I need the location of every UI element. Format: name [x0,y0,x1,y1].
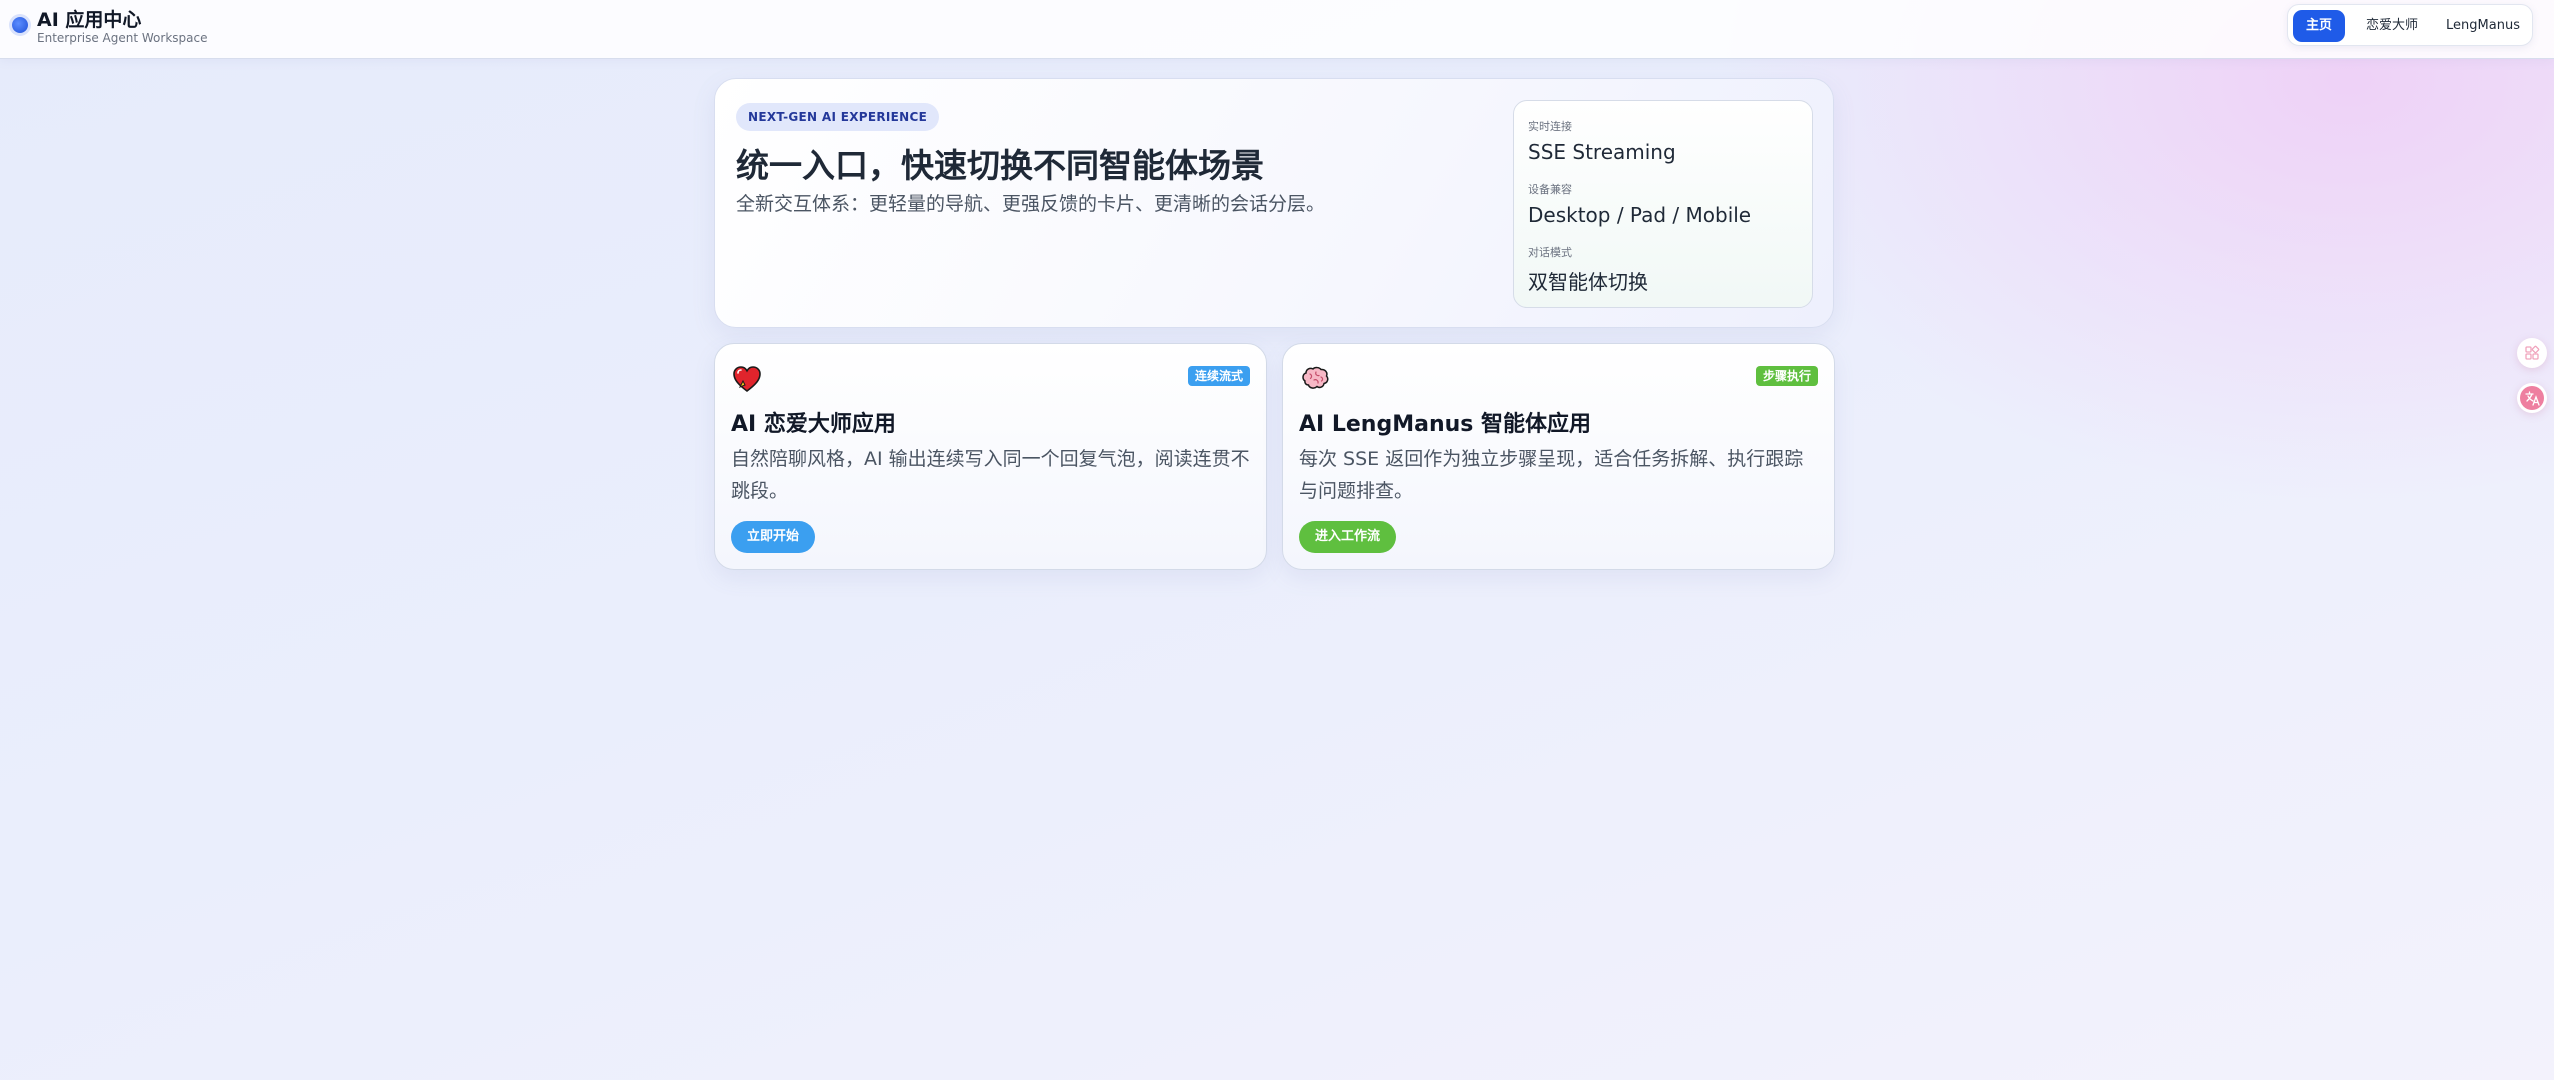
app-card-love-master[interactable]: 连续流式 AI 恋爱大师应用 自然陪聊风格，AI 输出连续写入同一个回复气泡，阅… [714,343,1267,570]
card-badge: 步骤执行 [1755,366,1818,386]
hero-banner: NEXT-GEN AI EXPERIENCE 统一入口，快速切换不同智能体场景 … [714,78,1834,328]
card-description: 每次 SSE 返回作为独立步骤呈现，适合任务拆解、执行跟踪与问题排查。 [1299,448,1804,502]
hero-info-panel: 实时连接 SSE Streaming 设备兼容 Desktop / Pad / … [1513,100,1813,308]
app-title: AI 应用中心 [37,9,142,31]
info-value-mode: 双智能体切换 [1528,270,1648,294]
info-label-devices: 设备兼容 [1528,183,1572,196]
card-badge: 连续流式 [1187,366,1250,386]
brain-icon [1300,364,1330,394]
translate-icon[interactable] [2517,383,2547,413]
heart-icon [732,364,762,394]
hero-description: 全新交互体系：更轻量的导航、更强反馈的卡片、更清晰的会话分层。 [736,193,1326,215]
enter-workflow-button[interactable]: 进入工作流 [1299,521,1397,553]
top-bar: AI 应用中心 Enterprise Agent Workspace 主页 恋爱… [0,0,2554,59]
info-label-connection: 实时连接 [1528,120,1572,133]
grid-icon[interactable] [2517,338,2547,368]
nav-item-home[interactable]: 主页 [2293,10,2345,42]
card-title: AI 恋爱大师应用 [731,412,896,437]
hero-title: 统一入口，快速切换不同智能体场景 [736,146,1264,185]
brand-logo-icon [12,17,28,33]
start-button[interactable]: 立即开始 [731,521,816,553]
app-card-lengmanus[interactable]: 步骤执行 AI LengManus 智能体应用 每次 SSE 返回作为独立步骤呈… [1282,343,1835,570]
card-description: 自然陪聊风格，AI 输出连续写入同一个回复气泡，阅读连贯不跳段。 [731,448,1250,502]
card-title: AI LengManus 智能体应用 [1299,412,1592,437]
info-label-mode: 对话模式 [1528,246,1572,259]
nav-item-love-master[interactable]: 恋爱大师 [2350,10,2434,42]
nav-item-lengmanus[interactable]: LengManus [2438,10,2528,42]
app-subtitle: Enterprise Agent Workspace [37,31,208,45]
info-value-devices: Desktop / Pad / Mobile [1528,203,1752,227]
main-nav: 主页 恋爱大师 LengManus [2287,4,2533,46]
hero-tag: NEXT-GEN AI EXPERIENCE [736,103,940,131]
info-value-connection: SSE Streaming [1528,140,1676,164]
